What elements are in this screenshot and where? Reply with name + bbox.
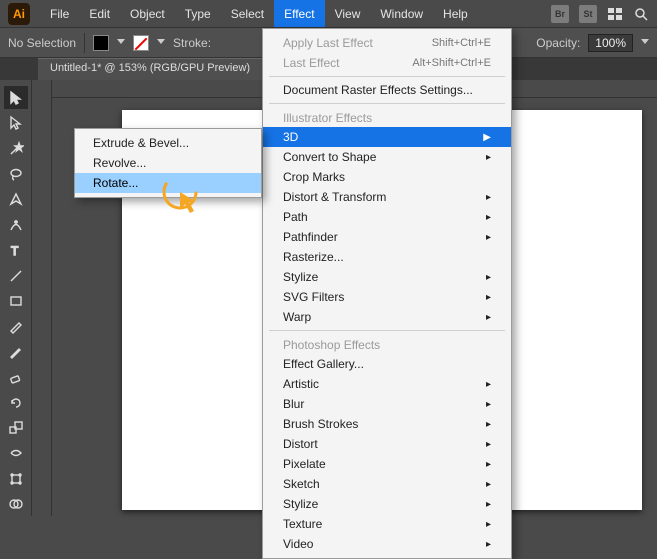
svg-text:T: T (11, 244, 19, 258)
submenu-revolve[interactable]: Revolve... (75, 153, 261, 173)
menu-blur[interactable]: Blur▸ (263, 394, 511, 414)
menu-file[interactable]: File (40, 0, 79, 27)
menu-warp[interactable]: Warp▸ (263, 307, 511, 327)
submenu-3d: Extrude & Bevel... Revolve... Rotate... (74, 128, 262, 198)
ruler-vertical (32, 80, 52, 516)
submenu-extrude-bevel[interactable]: Extrude & Bevel... (75, 133, 261, 153)
section-illustrator-effects: Illustrator Effects (263, 107, 511, 127)
pencil-tool[interactable] (4, 340, 28, 363)
menu-object[interactable]: Object (120, 0, 175, 27)
shape-builder-tool[interactable] (4, 493, 28, 516)
menu-stylize-ai[interactable]: Stylize▸ (263, 267, 511, 287)
paintbrush-tool[interactable] (4, 315, 28, 338)
line-tool[interactable] (4, 264, 28, 287)
stock-icon[interactable]: St (579, 5, 597, 23)
menu-crop-marks[interactable]: Crop Marks (263, 167, 511, 187)
menu-artistic[interactable]: Artistic▸ (263, 374, 511, 394)
menu-select[interactable]: Select (221, 0, 274, 27)
bridge-icon[interactable]: Br (551, 5, 569, 23)
menu-path[interactable]: Path▸ (263, 207, 511, 227)
menu-svg-filters[interactable]: SVG Filters▸ (263, 287, 511, 307)
fill-dropdown-icon[interactable] (117, 39, 125, 47)
menu-type[interactable]: Type (175, 0, 221, 27)
stroke-dropdown-icon[interactable] (157, 39, 165, 47)
free-transform-tool[interactable] (4, 467, 28, 490)
stroke-swatch[interactable] (133, 35, 149, 51)
eraser-tool[interactable] (4, 365, 28, 388)
opacity-label: Opacity: (536, 36, 580, 50)
opacity-value[interactable]: 100% (588, 34, 633, 52)
section-photoshop-effects: Photoshop Effects (263, 334, 511, 354)
width-tool[interactable] (4, 442, 28, 465)
menu-help[interactable]: Help (433, 0, 478, 27)
selection-tool[interactable] (4, 86, 28, 109)
menu-apply-last-effect[interactable]: Apply Last EffectShift+Ctrl+E (263, 33, 511, 53)
search-icon[interactable] (633, 6, 649, 22)
app-logo: Ai (8, 3, 30, 25)
menu-pathfinder[interactable]: Pathfinder▸ (263, 227, 511, 247)
effect-menu: Apply Last EffectShift+Ctrl+E Last Effec… (262, 28, 512, 559)
menu-effect[interactable]: Effect (274, 0, 324, 27)
type-tool[interactable]: T (4, 238, 28, 261)
rectangle-tool[interactable] (4, 289, 28, 312)
pen-tool[interactable] (4, 188, 28, 211)
menu-brush-strokes[interactable]: Brush Strokes▸ (263, 414, 511, 434)
selection-status: No Selection (8, 36, 76, 50)
menu-view[interactable]: View (325, 0, 371, 27)
menu-texture[interactable]: Texture▸ (263, 514, 511, 534)
stroke-label: Stroke: (173, 36, 211, 50)
magic-wand-tool[interactable] (4, 137, 28, 160)
menu-distort-transform[interactable]: Distort & Transform▸ (263, 187, 511, 207)
menu-3d[interactable]: 3D▶ (263, 127, 511, 147)
menu-rasterize[interactable]: Rasterize... (263, 247, 511, 267)
menu-convert-to-shape[interactable]: Convert to Shape▸ (263, 147, 511, 167)
menu-window[interactable]: Window (370, 0, 433, 27)
opacity-dropdown-icon[interactable] (641, 39, 649, 47)
menubar: Ai File Edit Object Type Select Effect V… (0, 0, 657, 28)
menu-pixelate[interactable]: Pixelate▸ (263, 454, 511, 474)
menu-effect-gallery[interactable]: Effect Gallery... (263, 354, 511, 374)
menu-last-effect[interactable]: Last EffectAlt+Shift+Ctrl+E (263, 53, 511, 73)
curvature-tool[interactable] (4, 213, 28, 236)
workspace-switcher-icon[interactable] (607, 6, 623, 22)
menu-stylize-ps[interactable]: Stylize▸ (263, 494, 511, 514)
lasso-tool[interactable] (4, 162, 28, 185)
menu-raster-settings[interactable]: Document Raster Effects Settings... (263, 80, 511, 100)
submenu-rotate[interactable]: Rotate... (75, 173, 261, 193)
tools-panel: T (0, 80, 32, 516)
menu-edit[interactable]: Edit (79, 0, 120, 27)
menu-video[interactable]: Video▸ (263, 534, 511, 554)
rotate-tool[interactable] (4, 391, 28, 414)
menu-sketch[interactable]: Sketch▸ (263, 474, 511, 494)
scale-tool[interactable] (4, 416, 28, 439)
direct-selection-tool[interactable] (4, 111, 28, 134)
menu-distort-ps[interactable]: Distort▸ (263, 434, 511, 454)
document-tab[interactable]: Untitled-1* @ 153% (RGB/GPU Preview) (38, 58, 262, 80)
fill-swatch[interactable] (93, 35, 109, 51)
